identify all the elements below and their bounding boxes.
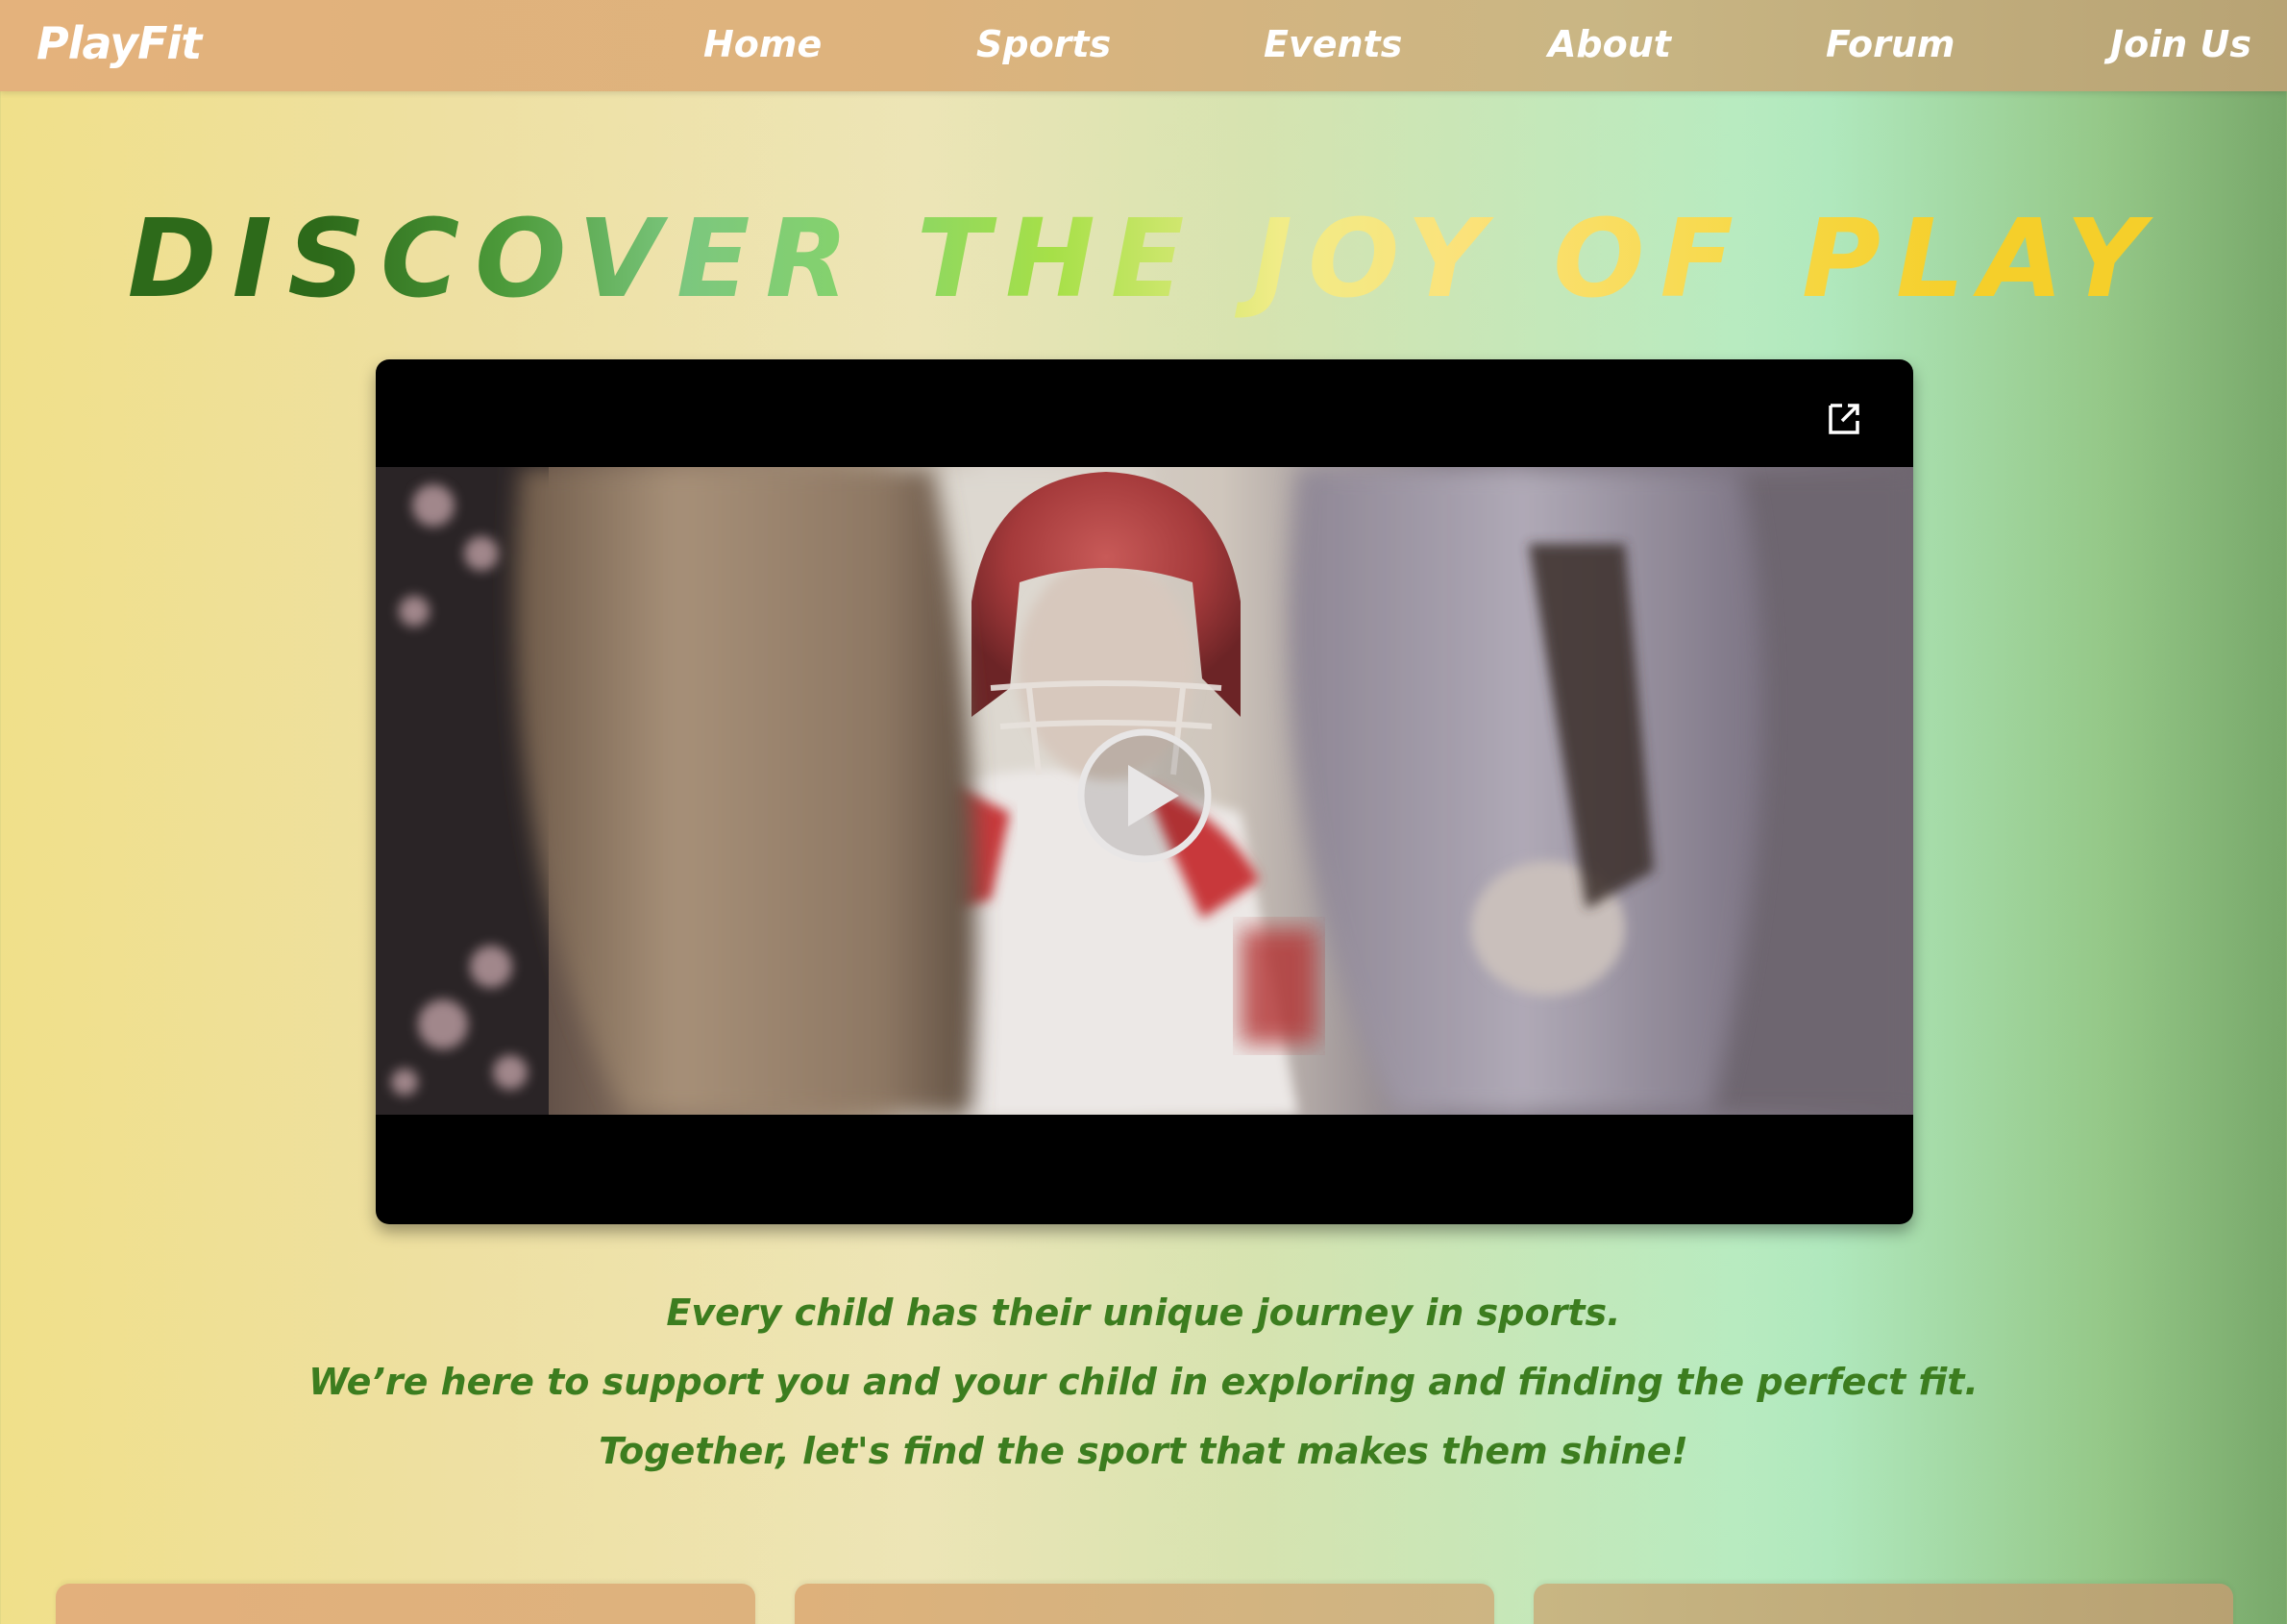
tagline-line: Together, let's find the sport that make… [599,1430,1688,1472]
nav-link-about[interactable]: About [1548,23,1671,65]
navbar: PlayFit Home Sports Events About Forum J… [0,0,2287,91]
nav-link-home[interactable]: Home [703,23,822,65]
hero-title: DISCOVER THE JOY OF PLAY [0,197,2287,322]
logo[interactable]: PlayFit [37,17,202,69]
external-link-icon[interactable] [1825,400,1863,438]
video-player[interactable] [376,359,1913,1224]
nav-link-forum[interactable]: Forum [1826,23,1955,65]
tagline-line: We’re here to support you and your child… [308,1361,1979,1403]
feature-card[interactable] [56,1584,755,1624]
feature-card[interactable] [1534,1584,2233,1624]
play-icon[interactable] [1075,726,1214,865]
feature-card[interactable] [795,1584,1494,1624]
tagline-line: Every child has their unique journey in … [666,1292,1621,1334]
nav-link-join-us[interactable]: Join Us [2110,23,2251,65]
tagline: Every child has their unique journey in … [0,1278,2287,1486]
nav-link-events[interactable]: Events [1264,23,1402,65]
nav-link-sports[interactable]: Sports [976,23,1111,65]
